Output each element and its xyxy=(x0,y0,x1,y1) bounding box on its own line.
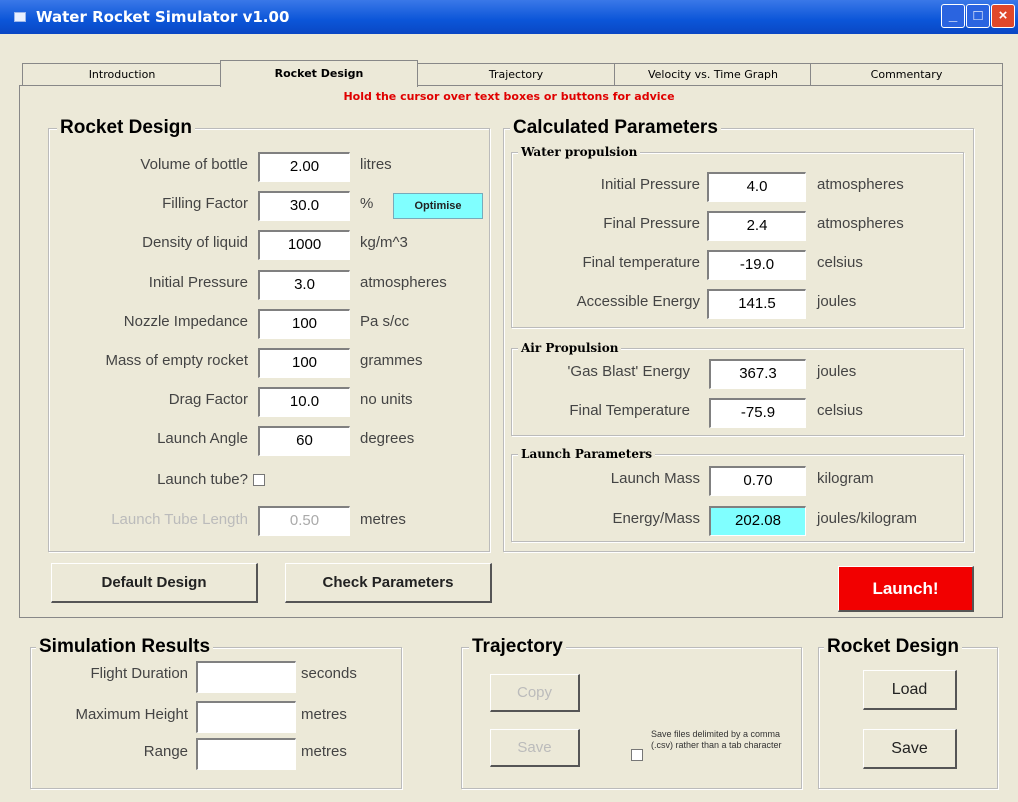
launch-mass-value: 0.70 xyxy=(709,466,806,496)
maximize-icon: □ xyxy=(973,7,983,24)
nozzle-impedance-label: Nozzle Impedance xyxy=(123,313,248,330)
launch-angle-unit: degrees xyxy=(360,430,415,447)
final-temperature-water-unit: celsius xyxy=(817,254,863,271)
launch-angle-label: Launch Angle xyxy=(157,430,248,447)
save-design-button[interactable]: Save xyxy=(863,729,957,769)
nozzle-impedance-input[interactable]: 100 xyxy=(258,309,350,339)
energy-per-mass-unit: joules/kilogram xyxy=(817,510,918,527)
final-temperature-water-label: Final temperature xyxy=(582,254,700,271)
density-of-liquid-label: Density of liquid xyxy=(142,234,248,251)
rocket-design-file-title: Rocket Design xyxy=(824,636,962,658)
default-design-button[interactable]: Default Design xyxy=(51,563,258,603)
optimise-button[interactable]: Optimise xyxy=(393,193,483,219)
final-pressure-label: Final Pressure xyxy=(603,215,700,232)
launch-mass-label: Launch Mass xyxy=(610,470,700,487)
range-value xyxy=(196,738,296,770)
rocket-design-title: Rocket Design xyxy=(57,117,195,139)
launch-tube-length-unit: metres xyxy=(360,511,406,528)
initial-pressure-label: Initial Pressure xyxy=(148,274,248,291)
launch-angle-input[interactable]: 60 xyxy=(258,426,350,456)
launch-tube-checkbox[interactable] xyxy=(253,474,265,486)
volume-of-bottle-label: Volume of bottle xyxy=(140,156,248,173)
tab-commentary[interactable]: Commentary xyxy=(810,63,1003,85)
range-unit: metres xyxy=(301,743,347,760)
drag-factor-unit: no units xyxy=(360,391,413,408)
density-of-liquid-input[interactable]: 1000 xyxy=(258,230,350,260)
energy-per-mass-label: Energy/Mass xyxy=(612,510,700,527)
filling-factor-unit: % xyxy=(360,195,374,212)
app-icon xyxy=(14,12,26,22)
calc-initial-pressure-unit: atmospheres xyxy=(817,176,904,193)
flight-duration-unit: seconds xyxy=(301,665,357,682)
launch-button[interactable]: Launch! xyxy=(838,566,974,612)
tab-velocity-vs-time-graph[interactable]: Velocity vs. Time Graph xyxy=(614,63,812,85)
minimize-button[interactable]: _ xyxy=(941,4,965,28)
csv-delimiter-label: Save files delimited by a comma (.csv) r… xyxy=(651,729,782,750)
final-pressure-value: 2.4 xyxy=(707,211,806,241)
range-label: Range xyxy=(143,743,188,760)
simulation-results-title: Simulation Results xyxy=(36,636,214,658)
launch-tube-length-input[interactable]: 0.50 xyxy=(258,506,350,536)
drag-factor-label: Drag Factor xyxy=(168,391,248,408)
initial-pressure-unit: atmospheres xyxy=(360,274,447,291)
launch-tube-length-label: Launch Tube Length xyxy=(111,511,248,528)
gas-blast-energy-label: 'Gas Blast' Energy xyxy=(567,363,690,380)
filling-factor-label: Filling Factor xyxy=(162,195,248,212)
volume-of-bottle-unit: litres xyxy=(360,156,392,173)
tab-introduction[interactable]: Introduction xyxy=(22,63,222,85)
final-temperature-air-value: -75.9 xyxy=(709,398,806,428)
flight-duration-value xyxy=(196,661,296,693)
launch-tube-label: Launch tube? xyxy=(157,471,248,488)
calc-initial-pressure-label: Initial Pressure xyxy=(600,176,700,193)
csv-delimiter-checkbox[interactable] xyxy=(631,749,643,761)
maximum-height-label: Maximum Height xyxy=(75,706,188,723)
close-icon: × xyxy=(998,7,1008,24)
maximize-button[interactable]: □ xyxy=(966,4,990,28)
initial-pressure-input[interactable]: 3.0 xyxy=(258,270,350,300)
gas-blast-energy-value: 367.3 xyxy=(709,359,806,389)
title-bar: Water Rocket Simulator v1.00 _ □ × xyxy=(0,0,1018,34)
air-propulsion-title: Air Propulsion xyxy=(518,341,622,355)
minimize-icon: _ xyxy=(948,7,958,24)
advice-text: Hold the cursor over text boxes or butto… xyxy=(343,90,675,103)
accessible-energy-unit: joules xyxy=(817,293,857,310)
maximum-height-unit: metres xyxy=(301,706,347,723)
tab-rocket-design[interactable]: Rocket Design xyxy=(220,60,418,87)
trajectory-title: Trajectory xyxy=(469,636,566,658)
accessible-energy-label: Accessible Energy xyxy=(576,293,700,310)
tab-trajectory[interactable]: Trajectory xyxy=(416,63,616,85)
trajectory-group xyxy=(461,647,802,789)
check-parameters-button[interactable]: Check Parameters xyxy=(285,563,492,603)
launch-mass-unit: kilogram xyxy=(817,470,874,487)
accessible-energy-value: 141.5 xyxy=(707,289,806,319)
copy-trajectory-button[interactable]: Copy xyxy=(490,674,580,712)
launch-parameters-title: Launch Parameters xyxy=(518,447,656,461)
mass-of-empty-rocket-input[interactable]: 100 xyxy=(258,348,350,378)
calculated-parameters-title: Calculated Parameters xyxy=(510,117,721,139)
final-temperature-air-unit: celsius xyxy=(817,402,863,419)
mass-of-empty-rocket-label: Mass of empty rocket xyxy=(105,352,248,369)
density-of-liquid-unit: kg/m^3 xyxy=(360,234,408,251)
final-pressure-unit: atmospheres xyxy=(817,215,904,232)
water-propulsion-title: Water propulsion xyxy=(518,145,641,159)
nozzle-impedance-unit: Pa s/cc xyxy=(360,313,410,330)
save-trajectory-button[interactable]: Save xyxy=(490,729,580,767)
final-temperature-water-value: -19.0 xyxy=(707,250,806,280)
load-design-button[interactable]: Load xyxy=(863,670,957,710)
volume-of-bottle-input[interactable]: 2.00 xyxy=(258,152,350,182)
filling-factor-input[interactable]: 30.0 xyxy=(258,191,350,221)
drag-factor-input[interactable]: 10.0 xyxy=(258,387,350,417)
energy-per-mass-value: 202.08 xyxy=(709,506,806,536)
calc-initial-pressure-value: 4.0 xyxy=(707,172,806,202)
maximum-height-value xyxy=(196,701,296,733)
window-title: Water Rocket Simulator v1.00 xyxy=(36,8,290,26)
mass-of-empty-rocket-unit: grammes xyxy=(360,352,423,369)
flight-duration-label: Flight Duration xyxy=(90,665,188,682)
final-temperature-air-label: Final Temperature xyxy=(569,402,690,419)
close-button[interactable]: × xyxy=(991,4,1015,28)
gas-blast-energy-unit: joules xyxy=(817,363,857,380)
